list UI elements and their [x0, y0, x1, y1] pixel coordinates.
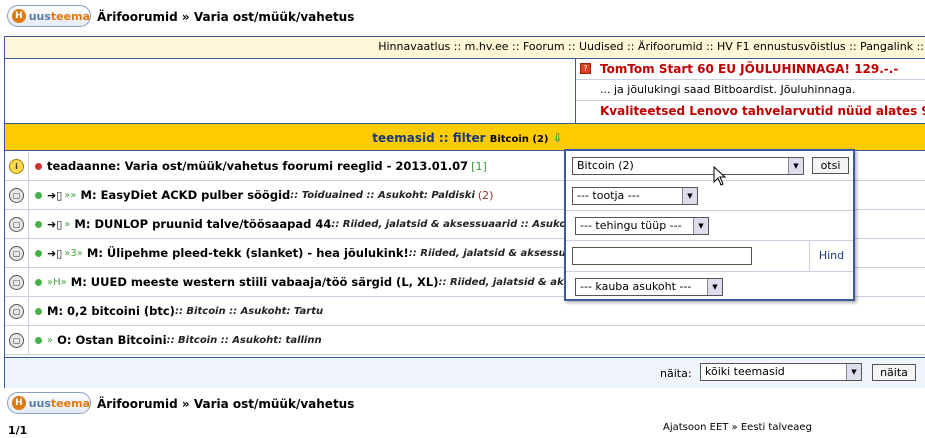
dropdown-arrow-icon: ▼	[707, 279, 722, 295]
breadcrumb-section-link[interactable]: Varia ost/müük/vahetus	[194, 397, 355, 411]
dropdown-arrow-icon: ▼	[682, 188, 697, 204]
goto-new-icon[interactable]: »	[47, 335, 53, 346]
new-topic-button-bottom[interactable]: H uus teema	[7, 392, 91, 414]
forum-logo-icon: H	[12, 9, 26, 23]
breadcrumb-forum-link[interactable]: Ärifoorumid	[97, 397, 178, 411]
goto-new-icon[interactable]: »3»	[64, 248, 83, 259]
ad-link-3[interactable]: Kvaliteetsed Lenovo tahvelarvutid nüüd a…	[576, 101, 925, 122]
goto-new-icon[interactable]: »H»	[47, 277, 67, 288]
breadcrumb: Ärifoorumid » Varia ost/müük/vahetus	[97, 10, 355, 24]
dropdown-arrow-icon: ▼	[788, 158, 803, 174]
topic-status-icon: ▢	[9, 274, 24, 290]
announcement-icon: i	[9, 158, 24, 174]
breadcrumb-bottom: Ärifoorumid » Varia ost/müük/vahetus	[97, 397, 355, 411]
filter-current: Bitcoin (2)	[489, 134, 549, 145]
page-number: 1/1	[8, 424, 28, 437]
new-posts-dot-icon	[35, 249, 42, 257]
moved-topic-icon: ➜▯	[47, 188, 63, 202]
new-posts-dot-icon	[35, 307, 42, 315]
topic-title-link[interactable]: teadaanne: Varia ost/müük/vahetus foorum…	[47, 159, 468, 173]
show-select[interactable]: kõiki teemasid ▼	[700, 363, 862, 381]
topic-meta: :: Toiduained :: Asukoht: Paldiski	[290, 189, 475, 201]
moved-topic-icon: ➜▯	[47, 246, 63, 260]
goto-new-icon[interactable]: »	[64, 219, 70, 230]
topic-title-link[interactable]: M: Ülipehme pleed-tekk (slanket) - hea j…	[87, 246, 409, 260]
topic-page-count[interactable]: [1]	[471, 160, 487, 173]
filter-link[interactable]: filter	[453, 131, 486, 145]
topic-title-link[interactable]: O: Ostan Bitcoini	[57, 333, 166, 347]
site-nav-links[interactable]: Hinnavaatlus :: m.hv.ee :: Foorum :: Uud…	[5, 37, 925, 59]
topic-status-icon: ▢	[9, 216, 24, 232]
topic-page-count[interactable]: (2)	[478, 189, 494, 202]
show-button[interactable]: näita	[872, 364, 916, 381]
topic-status-icon: ▢	[9, 303, 24, 319]
topic-status-icon: ▢	[9, 332, 24, 348]
topic-status-icon: ▢	[9, 187, 24, 203]
topic-title-link[interactable]: M: UUED meeste western stiili vabaaja/tö…	[71, 275, 439, 289]
topic-title-link[interactable]: M: DUNLOP pruunid talve/töösaapad 44	[74, 217, 331, 231]
new-posts-dot-icon	[35, 220, 42, 228]
category-select[interactable]: Bitcoin (2) ▼	[572, 157, 804, 175]
locked-dot-icon	[35, 162, 42, 170]
topic-title-link[interactable]: M: 0,2 bitcoini (btc)	[47, 304, 175, 318]
topics-link[interactable]: teemasid	[372, 131, 434, 145]
filter-toggle-icon[interactable]: ⇩	[553, 131, 563, 145]
moved-topic-icon: ➜▯	[47, 217, 63, 231]
new-posts-dot-icon	[35, 191, 42, 199]
dropdown-arrow-icon: ▼	[846, 364, 861, 380]
new-posts-dot-icon	[35, 336, 42, 344]
price-input[interactable]	[572, 247, 752, 265]
timezone-info: Ajatsoon EET » Eesti talveaeg	[663, 422, 812, 433]
show-label: näita:	[660, 367, 692, 380]
search-button[interactable]: otsi	[812, 157, 849, 174]
goto-new-icon[interactable]: »»	[64, 190, 76, 201]
mouse-cursor-icon	[713, 166, 727, 186]
new-topic-button[interactable]: H uus teema	[7, 5, 91, 27]
new-posts-dot-icon	[35, 278, 42, 286]
ad-link-1[interactable]: TomTom Start 60 EU JÕULUHINNAGA! 129.-.-	[576, 59, 925, 80]
topic-meta: :: Bitcoin :: Asukoht: tallinn	[166, 334, 322, 346]
location-select[interactable]: --- kauba asukoht --- ▼	[575, 278, 723, 296]
filter-popup: Bitcoin (2) ▼ otsi --- tootja --- ▼ --- …	[564, 149, 855, 301]
dropdown-arrow-icon: ▼	[693, 218, 708, 234]
topic-row[interactable]: ▢ » O: Ostan Bitcoini :: Bitcoin :: Asukoh…	[5, 326, 925, 355]
seller-select[interactable]: --- tootja --- ▼	[572, 187, 698, 205]
price-button[interactable]: Hind	[809, 241, 853, 271]
breadcrumb-forum-link[interactable]: Ärifoorumid	[97, 10, 178, 24]
filter-bar: teemasid :: filter Bitcoin (2) ⇩	[5, 123, 925, 151]
breadcrumb-section-link[interactable]: Varia ost/müük/vahetus	[194, 10, 355, 24]
topic-status-icon: ▢	[9, 245, 24, 261]
deal-type-select[interactable]: --- tehingu tüüp --- ▼	[575, 217, 709, 235]
ad-close-icon[interactable]: ?	[580, 63, 591, 74]
topic-meta: :: Riided, jalatsid & aksessuaarid :: As…	[331, 218, 579, 230]
forum-logo-icon: H	[12, 396, 26, 410]
bottom-bar: näita: kõiki teemasid ▼ näita	[5, 357, 925, 388]
ad-box: ? TomTom Start 60 EU JÕULUHINNAGA! 129.-…	[575, 59, 925, 123]
topic-meta: :: Bitcoin :: Asukoht: Tartu	[174, 305, 324, 317]
topic-title-link[interactable]: M: EasyDiet ACKD pulber söögid	[81, 188, 291, 202]
ad-link-2[interactable]: ... ja jõulukingi saad Bitboardist. Jõul…	[576, 80, 925, 101]
